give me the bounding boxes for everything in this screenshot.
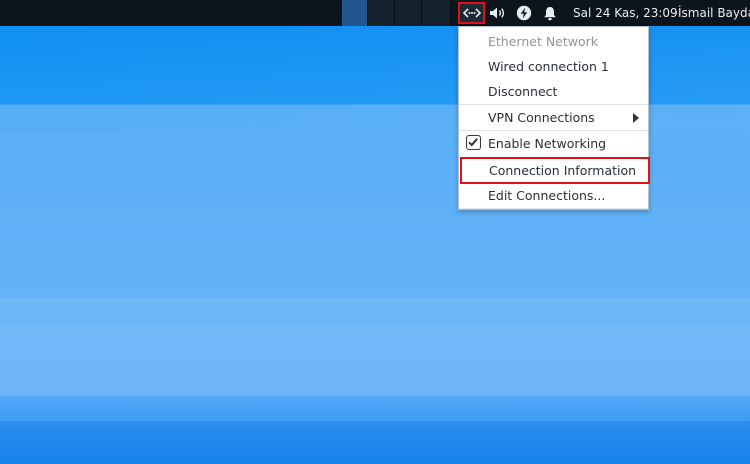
volume-icon xyxy=(490,7,505,19)
menu-item-label: VPN Connections xyxy=(488,110,595,125)
menu-item-wired-connection[interactable]: Wired connection 1 xyxy=(459,54,648,79)
checkbox-checked-icon[interactable] xyxy=(466,135,481,150)
bell-icon xyxy=(544,6,556,20)
submenu-arrow-icon xyxy=(633,113,639,123)
desktop-band xyxy=(0,421,750,464)
menu-item-disconnect[interactable]: Disconnect xyxy=(459,79,648,104)
menu-separator xyxy=(459,208,648,209)
network-icon xyxy=(462,8,481,18)
notifications-tray-button[interactable] xyxy=(540,0,560,26)
menu-item-edit-connections[interactable]: Edit Connections... xyxy=(459,183,648,208)
menu-item-label: Enable Networking xyxy=(488,136,607,151)
clock[interactable]: Sal 24 Kas, 23:09 xyxy=(573,0,678,26)
taskbar-button[interactable] xyxy=(422,0,451,26)
network-menu: Ethernet Network Wired connection 1 Disc… xyxy=(458,26,650,210)
desktop-band xyxy=(0,325,750,421)
network-tray-button[interactable] xyxy=(458,2,485,24)
volume-tray-button[interactable] xyxy=(487,0,509,26)
menu-item-vpn-connections[interactable]: VPN Connections xyxy=(459,105,648,130)
power-icon xyxy=(516,5,532,21)
taskbar-button[interactable] xyxy=(395,0,422,26)
power-tray-button[interactable] xyxy=(514,0,534,26)
top-panel: Sal 24 Kas, 23:09 İsmail Bayda xyxy=(0,0,750,26)
menu-header-ethernet: Ethernet Network xyxy=(488,34,599,49)
taskbar-button[interactable] xyxy=(368,0,395,26)
menu-item-enable-networking[interactable]: Enable Networking xyxy=(459,131,648,156)
user-menu[interactable]: İsmail Bayda xyxy=(678,0,750,26)
taskbar-button-active[interactable] xyxy=(342,0,368,26)
menu-item-connection-information[interactable]: Connection Information xyxy=(460,157,650,184)
